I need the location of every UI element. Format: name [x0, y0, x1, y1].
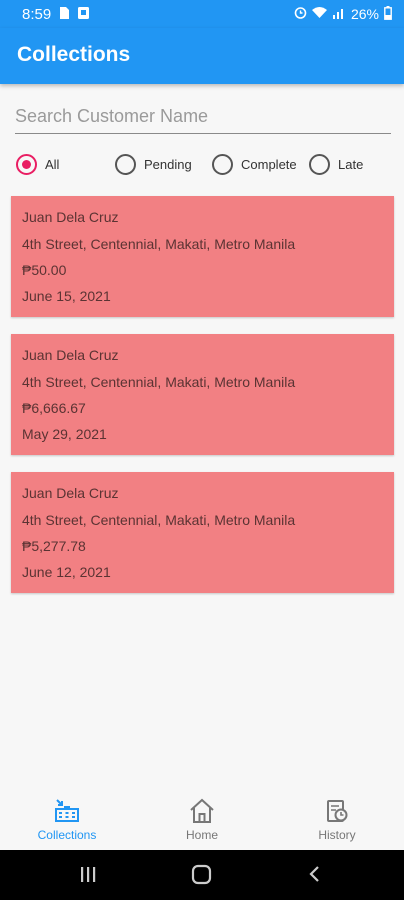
notification-icon	[78, 6, 90, 22]
wifi-icon	[311, 6, 327, 22]
status-bar: 8:59 26%	[0, 0, 404, 28]
back-icon[interactable]	[305, 864, 325, 889]
customer-name: Juan Dela Cruz	[22, 209, 119, 225]
filter-all-radio[interactable]: All	[16, 154, 59, 175]
filter-pending-radio[interactable]: Pending	[115, 154, 192, 175]
system-navigation-bar	[0, 850, 404, 900]
radio-selected-icon	[16, 154, 37, 175]
customer-name: Juan Dela Cruz	[22, 485, 119, 501]
filter-label: Late	[338, 157, 364, 172]
collection-card[interactable]: Juan Dela Cruz 4th Street, Centennial, M…	[11, 334, 394, 455]
page-title: Collections	[17, 43, 131, 66]
radio-unselected-icon	[309, 154, 330, 175]
radio-unselected-icon	[115, 154, 136, 175]
home-icon	[188, 798, 216, 824]
nav-label: Home	[185, 828, 218, 842]
collection-amount: ₱6,666.67	[22, 400, 86, 416]
collections-icon	[53, 798, 81, 824]
filter-label: All	[45, 157, 60, 172]
collection-amount: ₱50.00	[22, 262, 67, 278]
signal-icon	[332, 6, 346, 22]
filter-label: Pending	[144, 157, 192, 172]
nav-item-history[interactable]: History	[270, 790, 404, 850]
customer-address: 4th Street, Centennial, Makati, Metro Ma…	[22, 236, 296, 252]
alarm-icon	[294, 6, 307, 22]
sim-card-icon	[60, 6, 70, 22]
battery-icon	[384, 5, 392, 23]
battery-text: 26%	[350, 6, 379, 22]
search-input[interactable]	[15, 104, 391, 134]
filter-label: Complete	[241, 157, 297, 172]
status-filter-group: All Pending Complete Late	[16, 154, 396, 180]
collection-date: June 12, 2021	[22, 564, 111, 580]
recent-apps-icon[interactable]	[78, 864, 98, 889]
customer-address: 4th Street, Centennial, Makati, Metro Ma…	[22, 512, 296, 528]
nav-label: History	[318, 828, 356, 842]
nav-label: Collections	[37, 828, 97, 842]
bottom-navigation: Collections Home History	[0, 790, 404, 850]
status-time: 8:59	[22, 5, 52, 23]
filter-late-radio[interactable]: Late	[309, 154, 363, 175]
collection-date: May 29, 2021	[22, 426, 107, 442]
nav-item-collections[interactable]: Collections	[0, 790, 134, 850]
collection-card[interactable]: Juan Dela Cruz 4th Street, Centennial, M…	[11, 472, 394, 593]
customer-address: 4th Street, Centennial, Makati, Metro Ma…	[22, 374, 296, 390]
app-bar: Collections	[0, 28, 404, 84]
customer-name: Juan Dela Cruz	[22, 347, 119, 363]
collection-card[interactable]: Juan Dela Cruz 4th Street, Centennial, M…	[11, 196, 394, 317]
collection-date: June 15, 2021	[22, 288, 111, 304]
collection-amount: ₱5,277.78	[22, 538, 86, 554]
home-button-icon[interactable]	[191, 864, 213, 891]
filter-complete-radio[interactable]: Complete	[212, 154, 297, 175]
nav-item-home[interactable]: Home	[135, 790, 269, 850]
radio-unselected-icon	[212, 154, 233, 175]
history-icon	[323, 798, 351, 824]
